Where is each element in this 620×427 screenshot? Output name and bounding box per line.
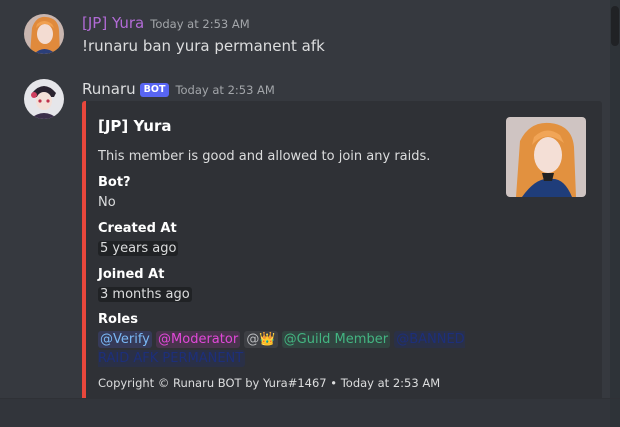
scrollbar-thumb[interactable] (611, 6, 619, 46)
role-verify[interactable]: @Verify (98, 331, 152, 348)
role-guild-member[interactable]: @Guild Member (281, 331, 391, 348)
embed: [JP] Yura This member is good and allowe… (82, 101, 602, 407)
avatar[interactable] (24, 14, 64, 54)
crown-icon: 👑 (259, 332, 276, 347)
message-header: Runaru BOT Today at 2:53 AM (82, 80, 275, 98)
role-crown[interactable]: @👑 (244, 331, 278, 348)
field-name-bot: Bot? (98, 175, 131, 190)
field-name-roles: Roles (98, 312, 138, 327)
username[interactable]: Runaru (82, 80, 136, 98)
scrollbar[interactable] (610, 0, 620, 427)
message-yura: [JP] Yura Today at 2:53 AM !runaru ban yu… (0, 14, 608, 57)
role-crown-at: @ (246, 332, 260, 347)
field-value-bot: No (98, 195, 116, 210)
field-name-created: Created At (98, 221, 177, 236)
timestamp: Today at 2:53 AM (150, 17, 250, 31)
embed-footer: Copyright © Runaru BOT by Yura#1467 • To… (98, 376, 441, 390)
field-name-joined: Joined At (98, 267, 165, 282)
timestamp: Today at 2:53 AM (175, 83, 275, 97)
message-header: [JP] Yura Today at 2:53 AM (82, 14, 250, 32)
role-moderator[interactable]: @Moderator (156, 331, 241, 348)
joined-code: 3 months ago (98, 287, 192, 302)
embed-title: [JP] Yura (98, 117, 172, 135)
bot-badge: BOT (139, 83, 170, 97)
embed-description: This member is good and allowed to join … (98, 149, 431, 164)
field-value-created: 5 years ago (98, 241, 179, 256)
field-value-joined: 3 months ago (98, 287, 192, 302)
created-code: 5 years ago (98, 241, 179, 256)
chat-bottom-area (0, 399, 610, 427)
embed-thumbnail[interactable] (506, 117, 586, 197)
username[interactable]: [JP] Yura (82, 14, 144, 32)
bot-avatar[interactable] (24, 79, 64, 119)
message-content: !runaru ban yura permanent afk (82, 37, 325, 55)
roles-list: @Verify @Moderator @👑 @Guild Member @BAN… (98, 330, 498, 368)
